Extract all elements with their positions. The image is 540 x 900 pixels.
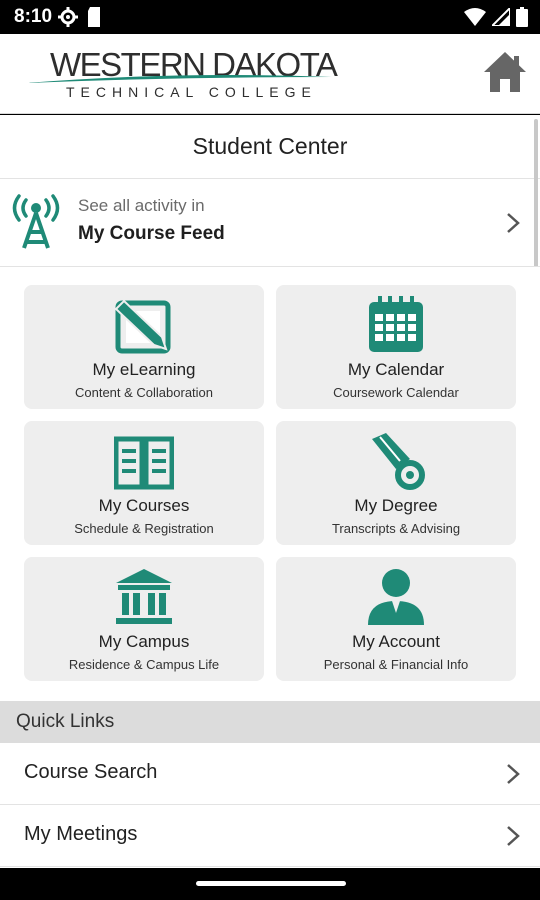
tile-title: My Courses: [98, 496, 190, 515]
title-bar: Student Center: [0, 115, 540, 179]
pencil-edit-icon: [114, 299, 171, 354]
tile-my-account[interactable]: My Account Personal & Financial Info: [276, 557, 516, 681]
home-icon: [484, 52, 526, 92]
link-course-search[interactable]: Course Search: [0, 743, 540, 805]
tile-my-courses[interactable]: My Courses Schedule & Registration: [24, 421, 264, 545]
tile-subtitle: Residence & Campus Life: [68, 657, 220, 672]
settings-icon: [58, 7, 78, 27]
wifi-icon: [464, 8, 486, 26]
app-header: WESTERN DAKOTA TECHNICAL COLLEGE: [0, 34, 540, 114]
sim-card-icon: [88, 7, 100, 27]
link-label: My Meetings: [24, 823, 138, 845]
link-label: Course Search: [24, 761, 158, 783]
home-button[interactable]: [482, 49, 528, 95]
quick-links-label: Quick Links: [16, 711, 115, 732]
diploma-icon: [372, 433, 425, 490]
chevron-right-icon: [507, 213, 520, 233]
tile-my-campus[interactable]: My Campus Residence & Campus Life: [24, 557, 264, 681]
system-nav-bar: [0, 868, 540, 900]
status-bar: 8:10: [0, 0, 540, 34]
course-feed-title: My Course Feed: [78, 223, 225, 244]
tile-subtitle: Content & Collaboration: [74, 385, 214, 400]
tile-subtitle: Schedule & Registration: [74, 521, 214, 536]
course-feed-subtitle: See all activity in: [78, 196, 205, 215]
tile-subtitle: Personal & Financial Info: [323, 657, 469, 672]
tile-grid: My eLearning Content & Collaboration My …: [0, 267, 540, 701]
tile-title: My eLearning: [92, 360, 196, 379]
student-center-page: Student Center See all activity in My Co…: [0, 115, 540, 868]
tile-title: My Degree: [354, 496, 438, 515]
chevron-right-icon: [507, 826, 520, 846]
tile-title: My Campus: [98, 632, 190, 651]
signal-icon: [492, 8, 510, 26]
gesture-handle[interactable]: [196, 881, 346, 886]
quick-links-header: Quick Links: [0, 701, 540, 743]
logo-subtitle: TECHNICAL COLLEGE: [66, 84, 317, 100]
battery-icon: [516, 7, 528, 27]
tile-subtitle: Coursework Calendar: [333, 385, 459, 400]
college-logo: WESTERN DAKOTA TECHNICAL COLLEGE: [26, 46, 338, 106]
chevron-right-icon: [507, 764, 520, 784]
status-time: 8:10: [14, 6, 53, 27]
tile-title: My Account: [352, 632, 440, 651]
building-columns-icon: [116, 569, 172, 624]
open-book-icon: [114, 436, 174, 490]
tile-title: My Calendar: [347, 360, 445, 379]
page-title: Student Center: [192, 133, 348, 159]
tile-subtitle: Transcripts & Advising: [331, 521, 461, 536]
link-my-meetings[interactable]: My Meetings: [0, 805, 540, 867]
tile-my-elearning[interactable]: My eLearning Content & Collaboration: [24, 285, 264, 409]
person-icon: [368, 569, 424, 625]
tile-my-calendar[interactable]: My Calendar Coursework Calendar: [276, 285, 516, 409]
calendar-icon: [369, 296, 423, 352]
antenna-icon: [12, 194, 60, 249]
tile-my-degree[interactable]: My Degree Transcripts & Advising: [276, 421, 516, 545]
course-feed-row[interactable]: See all activity in My Course Feed: [0, 179, 540, 267]
